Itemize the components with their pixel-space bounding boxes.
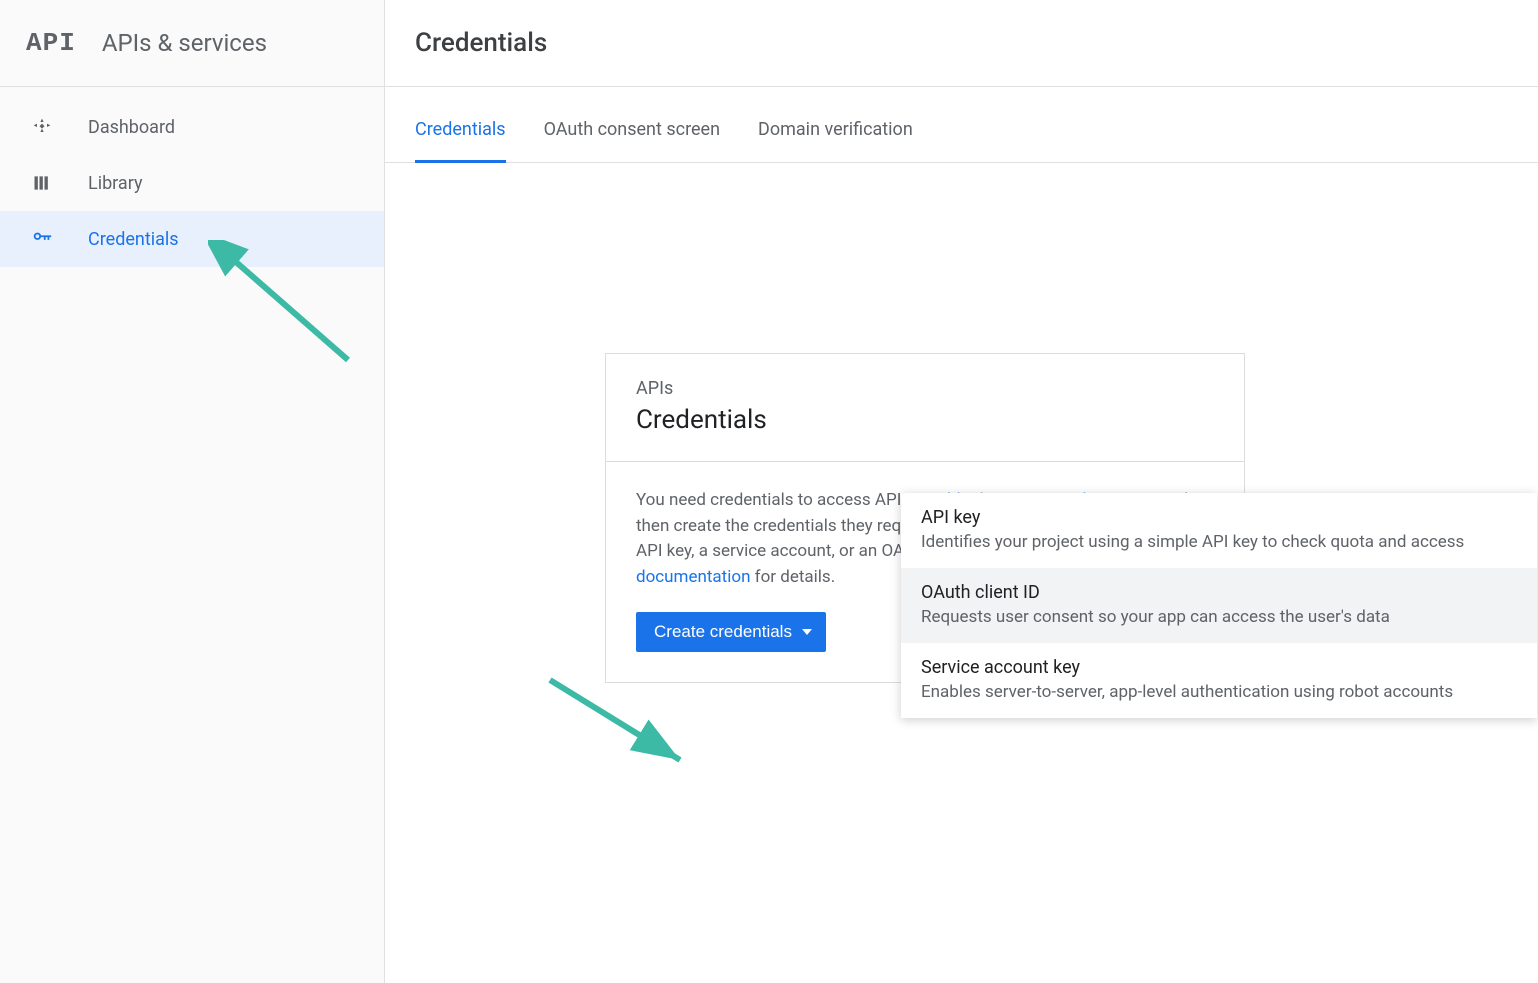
tab-credentials[interactable]: Credentials [415, 119, 506, 163]
tabs: Credentials OAuth consent screen Domain … [385, 87, 1538, 163]
create-credentials-button[interactable]: Create credentials [636, 612, 826, 652]
sidebar-item-label: Library [88, 173, 143, 194]
desc-text: for details. [750, 567, 835, 587]
dropdown-item-desc: Enables server-to-server, app-level auth… [921, 682, 1517, 702]
page-title: Credentials [415, 28, 547, 58]
sidebar-header: API APIs & services [0, 0, 384, 87]
dropdown-item-title: Service account key [921, 657, 1517, 678]
sidebar-title: APIs & services [102, 29, 267, 57]
main: Credentials Credentials OAuth consent sc… [385, 0, 1538, 983]
sidebar-item-dashboard[interactable]: Dashboard [0, 99, 384, 155]
sidebar-nav: Dashboard Library Credentials [0, 87, 384, 267]
dashboard-icon [30, 115, 54, 139]
card-overline: APIs [636, 378, 1214, 399]
api-logo: API [26, 28, 76, 58]
dropdown-item-service-account-key[interactable]: Service account key Enables server-to-se… [901, 643, 1537, 718]
tab-oauth-consent[interactable]: OAuth consent screen [544, 119, 720, 163]
tab-domain-verification[interactable]: Domain verification [758, 119, 913, 163]
dropdown-item-desc: Identifies your project using a simple A… [921, 532, 1517, 552]
sidebar-item-label: Credentials [88, 229, 179, 250]
sidebar-item-library[interactable]: Library [0, 155, 384, 211]
desc-text: You need credentials to access APIs. [636, 490, 919, 510]
dropdown-item-oauth-client-id[interactable]: OAuth client ID Requests user consent so… [901, 568, 1537, 643]
sidebar: API APIs & services Dashboard Library [0, 0, 385, 983]
chevron-down-icon [802, 629, 812, 635]
create-credentials-dropdown: API key Identifies your project using a … [901, 493, 1537, 718]
button-label: Create credentials [654, 622, 792, 642]
dropdown-item-title: OAuth client ID [921, 582, 1517, 603]
library-icon [30, 171, 54, 195]
sidebar-item-credentials[interactable]: Credentials [0, 211, 384, 267]
dropdown-item-title: API key [921, 507, 1517, 528]
card-title: Credentials [636, 405, 1214, 435]
dropdown-item-api-key[interactable]: API key Identifies your project using a … [901, 493, 1537, 568]
key-icon [30, 227, 54, 251]
sidebar-item-label: Dashboard [88, 117, 175, 138]
dropdown-item-desc: Requests user consent so your app can ac… [921, 607, 1517, 627]
card-header: APIs Credentials [606, 354, 1244, 462]
main-header: Credentials [385, 0, 1538, 87]
